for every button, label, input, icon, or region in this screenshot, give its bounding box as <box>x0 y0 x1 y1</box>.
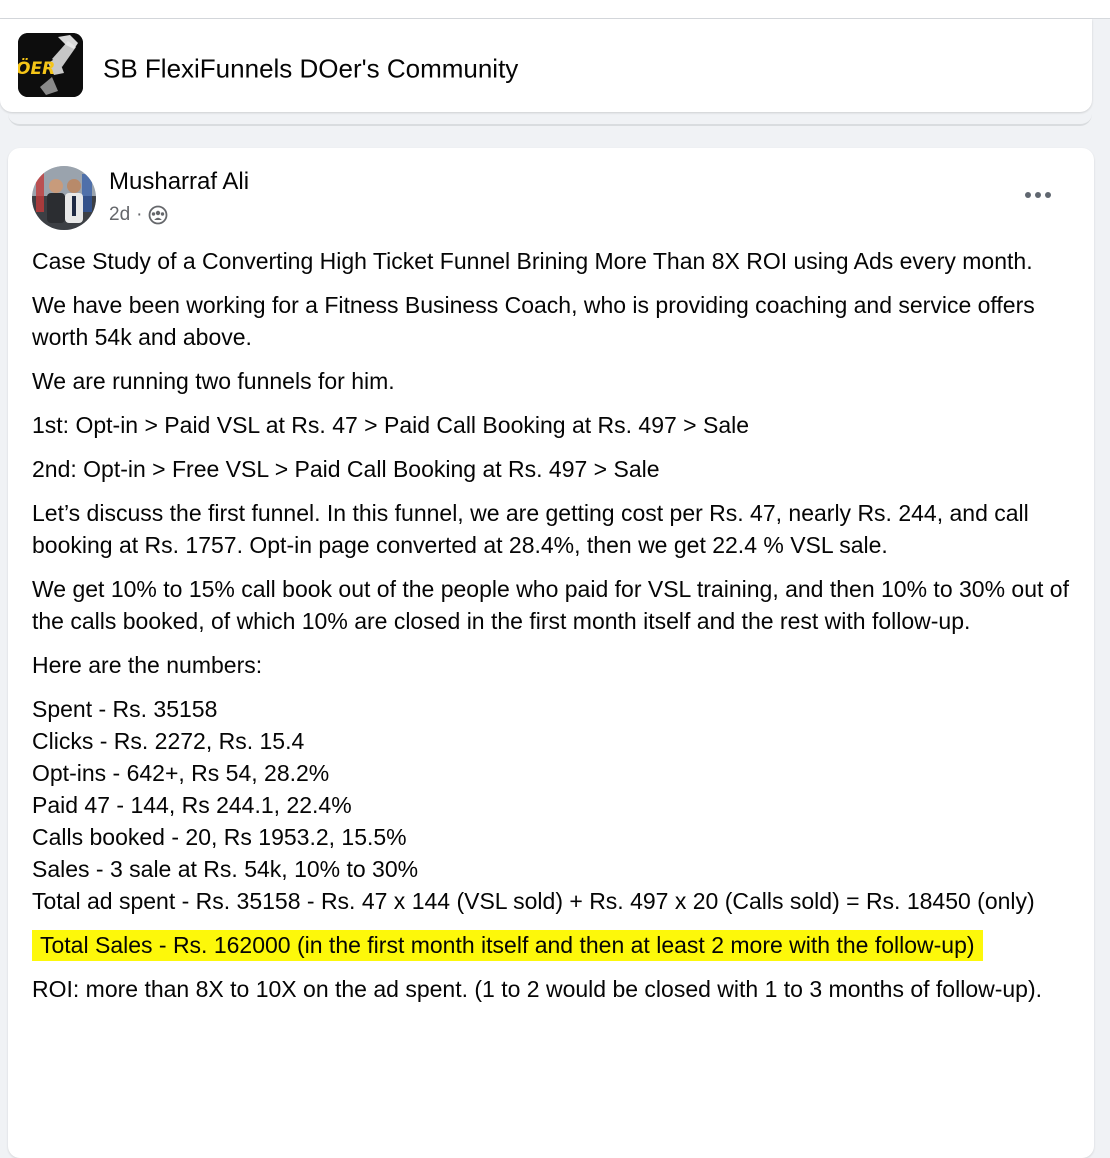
post-time[interactable]: 2d <box>109 204 130 226</box>
numbers-line: Paid 47 - 144, Rs 244.1, 22.4% <box>32 792 352 818</box>
group-logo[interactable]: ÖER <box>18 33 83 97</box>
meta-separator: · <box>136 204 143 225</box>
numbers-line: Opt-ins - 642+, Rs 54, 28.2% <box>32 760 330 786</box>
group-logo-text: ÖER <box>18 57 55 79</box>
post-paragraph: 2nd: Opt-in > Free VSL > Paid Call Booki… <box>32 456 660 482</box>
post-meta: 2d · <box>109 204 168 226</box>
post-paragraph: Here are the numbers: <box>32 652 263 678</box>
numbers-line: Total ad spent - Rs. 35158 - Rs. 47 x 14… <box>32 888 1035 914</box>
group-audience-icon[interactable] <box>148 205 168 225</box>
numbers-line: Clicks - Rs. 2272, Rs. 15.4 <box>32 728 305 754</box>
group-logo-image: ÖER <box>18 33 83 97</box>
more-dot <box>1025 192 1031 198</box>
post-paragraph: 1st: Opt-in > Paid VSL at Rs. 47 > Paid … <box>32 412 750 438</box>
more-dot <box>1035 192 1041 198</box>
numbers-line: Sales - 3 sale at Rs. 54k, 10% to 30% <box>32 856 419 882</box>
roi-paragraph: ROI: more than 8X to 10X on the ad spent… <box>32 976 1043 1002</box>
highlight-text: Total Sales - Rs. 162000 (in the first m… <box>32 930 983 961</box>
post-paragraph: Let’s discuss the first funnel. In this … <box>32 500 1029 558</box>
post-card: Musharraf Ali 2d · Case Study of a Conve… <box>8 148 1094 1158</box>
post-body: Case Study of a Converting High Ticket F… <box>32 245 1072 1017</box>
post-paragraph: We are running two funnels for him. <box>32 368 395 394</box>
numbers-list: Spent - Rs. 35158 Clicks - Rs. 2272, Rs.… <box>32 693 1072 917</box>
top-divider <box>0 0 1110 19</box>
highlighted-total-sales: Total Sales - Rs. 162000 (in the first m… <box>32 929 1072 961</box>
avatar-photo <box>32 166 96 230</box>
group-header[interactable]: ÖER SB FlexiFunnels DOer's Community <box>0 19 1092 112</box>
more-dot <box>1045 192 1051 198</box>
author-name[interactable]: Musharraf Ali <box>109 168 249 196</box>
numbers-line: Calls booked - 20, Rs 1953.2, 15.5% <box>32 824 407 850</box>
more-options-icon[interactable] <box>1018 180 1058 210</box>
numbers-line: Spent - Rs. 35158 <box>32 696 218 722</box>
group-card-edge <box>8 112 1092 126</box>
author-avatar[interactable] <box>32 166 96 230</box>
post-paragraph: We get 10% to 15% call book out of the p… <box>32 576 1069 634</box>
post-paragraph: Case Study of a Converting High Ticket F… <box>32 248 1033 274</box>
post-paragraph: We have been working for a Fitness Busin… <box>32 292 1035 350</box>
group-name[interactable]: SB FlexiFunnels DOer's Community <box>103 54 518 85</box>
